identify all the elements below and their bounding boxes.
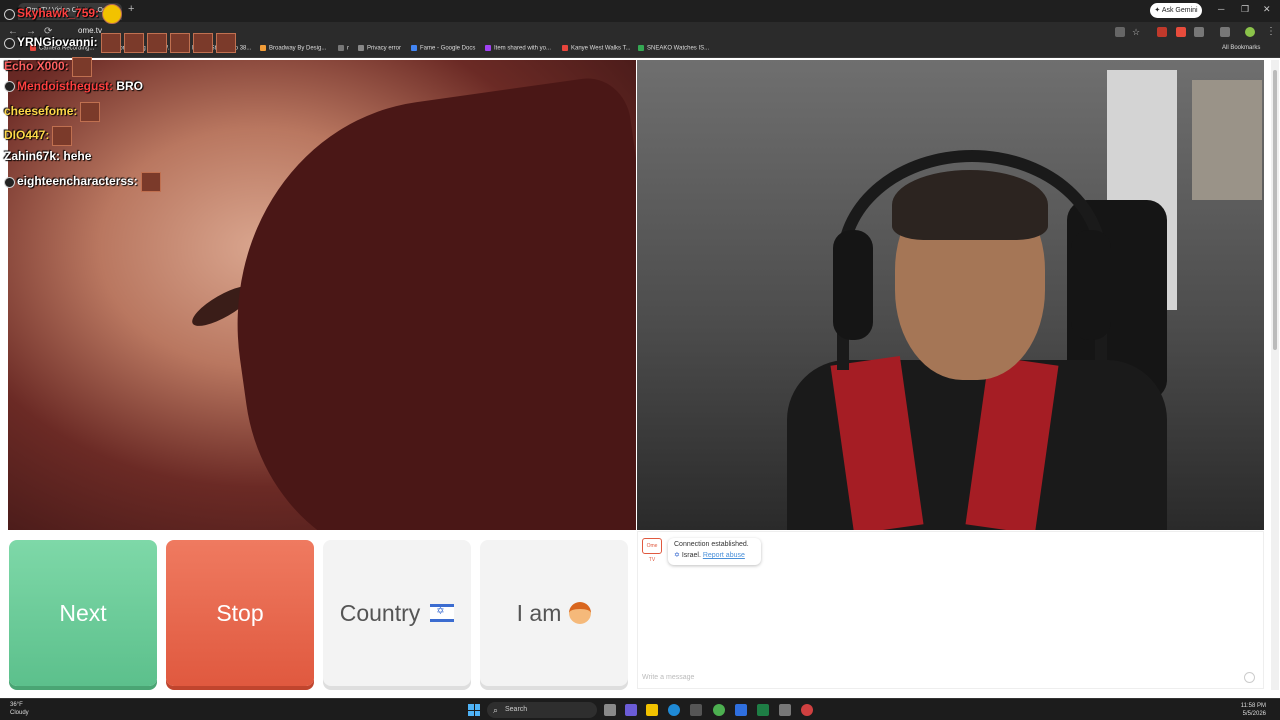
chat-message: DIO447: <box>4 126 73 146</box>
all-bookmarks[interactable]: All Bookmarks <box>1222 45 1260 51</box>
bookmark-item[interactable]: Fame - Google Docs <box>411 45 475 52</box>
boy-emoji-icon <box>569 602 592 624</box>
close-window-icon[interactable]: ✕ <box>1263 4 1271 15</box>
country-button[interactable]: Country <box>323 540 471 686</box>
file-explorer-icon[interactable] <box>646 704 658 716</box>
profile-avatar[interactable] <box>1245 27 1255 37</box>
edge-icon[interactable] <box>668 704 680 716</box>
chat-message: YRNGiovanni: <box>4 33 236 53</box>
self-video <box>637 60 1264 530</box>
extension-icon[interactable] <box>1157 27 1167 37</box>
excel-icon[interactable] <box>757 704 769 716</box>
bookmark-item[interactable]: Kanye West Walks T... <box>562 45 631 52</box>
video-detail <box>208 73 636 530</box>
ask-gemini-button[interactable]: ✦ Ask Gemini <box>1150 3 1202 18</box>
message-input[interactable]: Write a message <box>642 674 694 681</box>
star-icon[interactable]: ☆ <box>1132 27 1142 37</box>
chrome-icon[interactable] <box>713 704 725 716</box>
chat-message: Echo X000: <box>4 57 92 77</box>
menu-icon[interactable]: ⋮ <box>1266 26 1276 37</box>
chat-message: Skyhawk_759: <box>4 4 123 24</box>
text-chat-panel: Ome TV Connection established. ✡ Israel.… <box>637 531 1264 689</box>
restore-icon[interactable]: ❐ <box>1241 4 1249 15</box>
ome-logo: Ome TV <box>642 538 662 563</box>
store-icon[interactable] <box>690 704 702 716</box>
chat-message: cheesefome: <box>4 102 101 122</box>
stranger-video <box>8 60 636 530</box>
emoji-icon[interactable] <box>1244 672 1255 683</box>
scrollbar-thumb[interactable] <box>1273 70 1277 350</box>
system-clock[interactable]: 11:58 PM 5/5/2026 <box>1241 702 1266 718</box>
taskbar-search[interactable]: Search <box>487 702 597 718</box>
extension-icon[interactable] <box>1176 27 1186 37</box>
sidebar-icon[interactable] <box>1220 27 1230 37</box>
israel-flag-icon <box>430 604 455 622</box>
bookmark-item[interactable]: Privacy error <box>358 45 401 52</box>
report-abuse-link[interactable]: Report abuse <box>703 552 745 559</box>
app-icon[interactable] <box>735 704 747 716</box>
app-icon[interactable] <box>801 704 813 716</box>
extension-icon[interactable] <box>1115 27 1125 37</box>
windows-taskbar: 36°F Cloudy Search 11:58 PM 5/5/2026 <box>0 698 1280 720</box>
browser-tab-bar: OmeTV Video Chat — Ome ✕ + ✦ Ask Gemini … <box>0 0 1280 22</box>
new-tab-icon[interactable]: + <box>128 3 134 15</box>
copilot-icon[interactable] <box>625 704 637 716</box>
app-icon[interactable] <box>779 704 791 716</box>
bookmark-item[interactable]: SNEAKO Watches IS... <box>638 45 709 52</box>
gender-button[interactable]: I am <box>480 540 628 686</box>
bookmark-item[interactable]: Item shared with yo... <box>485 45 551 52</box>
bookmark-item[interactable]: Broadway By Desig... <box>260 45 326 52</box>
video-detail <box>833 230 873 340</box>
stop-button[interactable]: Stop <box>166 540 314 686</box>
task-view-icon[interactable] <box>604 704 616 716</box>
puzzle-icon[interactable] <box>1194 27 1204 37</box>
system-message: Connection established. ✡ Israel. Report… <box>668 538 761 565</box>
windows-start-icon[interactable] <box>468 704 480 716</box>
weather-widget[interactable]: 36°F Cloudy <box>10 701 29 717</box>
chat-message: Zahin67k: hehe <box>4 149 92 163</box>
minimize-icon[interactable]: ─ <box>1218 4 1224 14</box>
video-detail <box>1071 230 1111 340</box>
headset-detail <box>837 150 1107 370</box>
chat-message: eighteencharacterss: <box>4 172 161 192</box>
video-detail <box>1192 80 1262 200</box>
bookmark-item[interactable]: r <box>338 45 349 52</box>
next-button[interactable]: Next <box>9 540 157 686</box>
chat-message: Mendoisthegust: BRO <box>4 79 143 93</box>
